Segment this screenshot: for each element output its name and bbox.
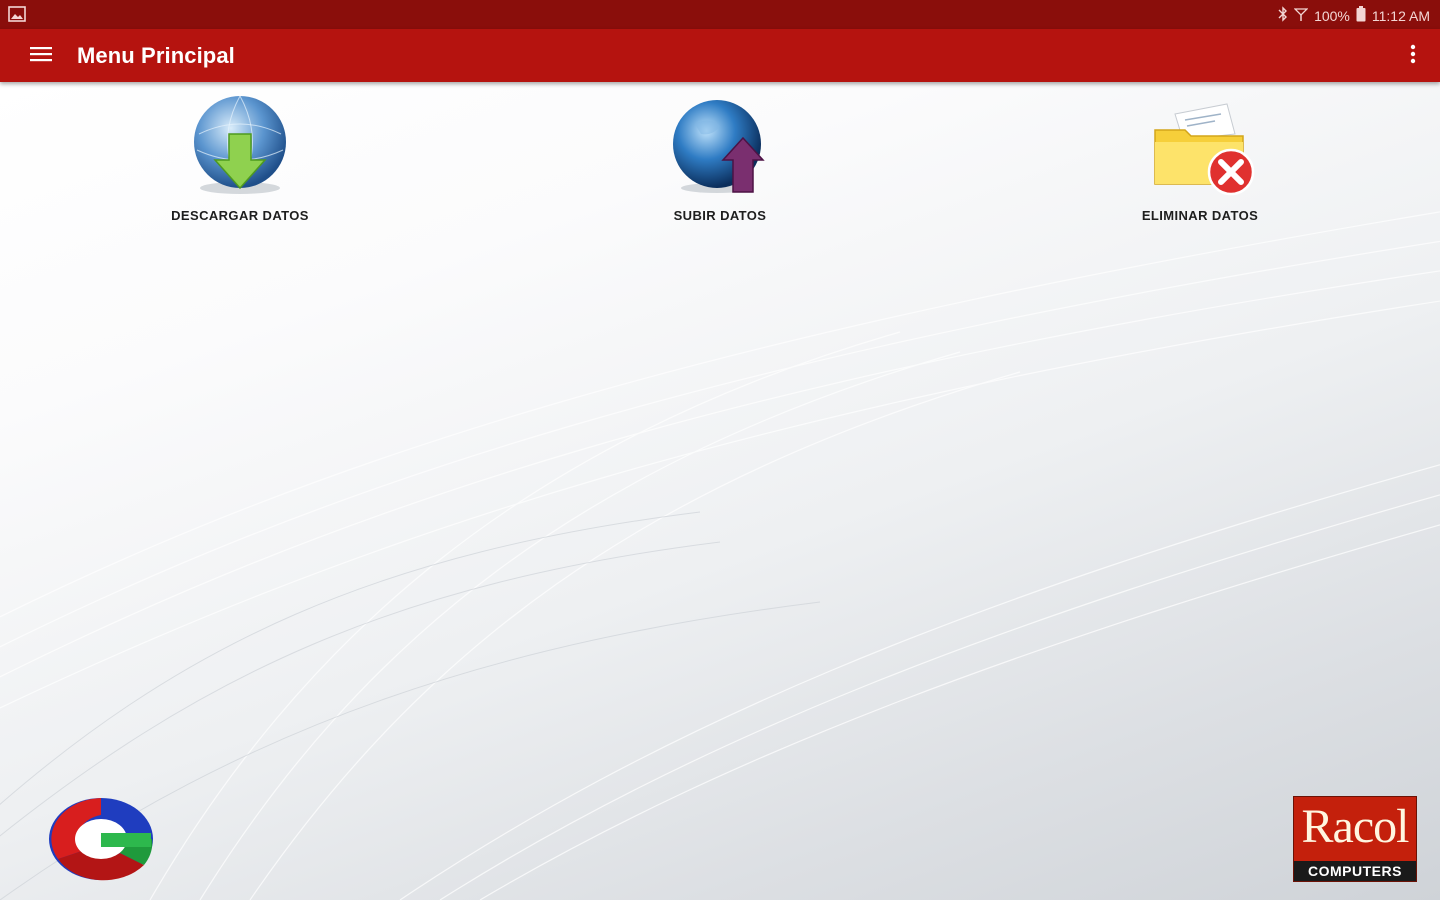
racol-computers-logo: Racol COMPUTERS: [1293, 796, 1417, 882]
battery-percent: 100%: [1314, 7, 1350, 24]
upload-data-button[interactable]: SUBIR DATOS: [610, 94, 830, 234]
delete-data-label: ELIMINAR DATOS: [1141, 208, 1259, 223]
clock: 11:12 AM: [1371, 7, 1430, 24]
status-bar: 100% 11:12 AM: [0, 0, 1440, 29]
bluetooth-icon: [1278, 6, 1288, 25]
folder-delete-icon: [1154, 103, 1255, 196]
download-data-label: DESCARGAR DATOS: [171, 208, 309, 223]
company-logo: [49, 798, 153, 881]
download-data-button[interactable]: DESCARGAR DATOS: [130, 94, 350, 234]
globe-upload-icon: [673, 100, 765, 193]
more-vert-icon: [1410, 44, 1416, 69]
signal-icon: [1293, 7, 1309, 24]
app-bar: Menu Principal: [0, 29, 1440, 82]
gallery-notification-icon: [8, 6, 26, 27]
brand-name: Racol: [1301, 800, 1410, 853]
upload-data-label: SUBIR DATOS: [673, 208, 767, 223]
main-content: DESCARGAR DATOS SUBIR DATOS ELIMINAR DAT…: [0, 82, 1440, 900]
battery-icon: [1356, 6, 1366, 25]
delete-data-button[interactable]: ELIMINAR DATOS: [1090, 94, 1310, 234]
hamburger-menu-icon: [30, 46, 52, 67]
page-title: Menu Principal: [77, 43, 235, 68]
globe-download-icon: [194, 95, 286, 194]
brand-tagline: COMPUTERS: [1294, 861, 1416, 881]
navigation-menu-button[interactable]: [26, 42, 56, 70]
overflow-menu-button[interactable]: [1406, 41, 1420, 71]
